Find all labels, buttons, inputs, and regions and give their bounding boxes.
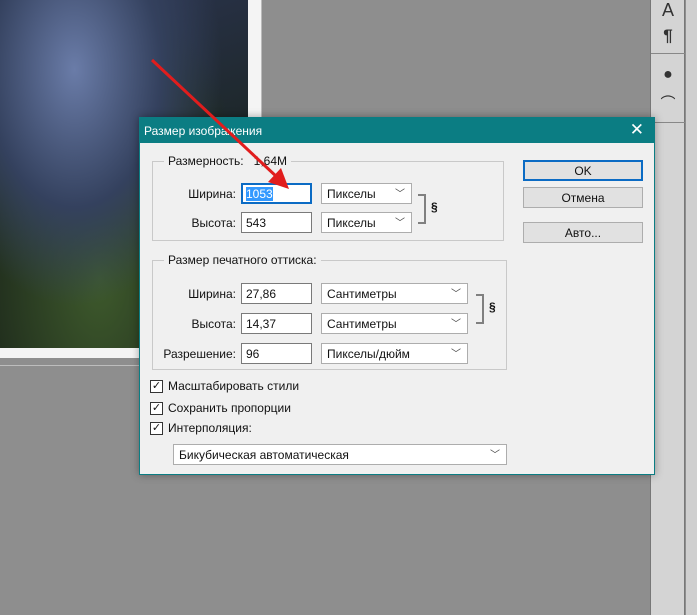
annotation-arrow	[150, 58, 289, 189]
